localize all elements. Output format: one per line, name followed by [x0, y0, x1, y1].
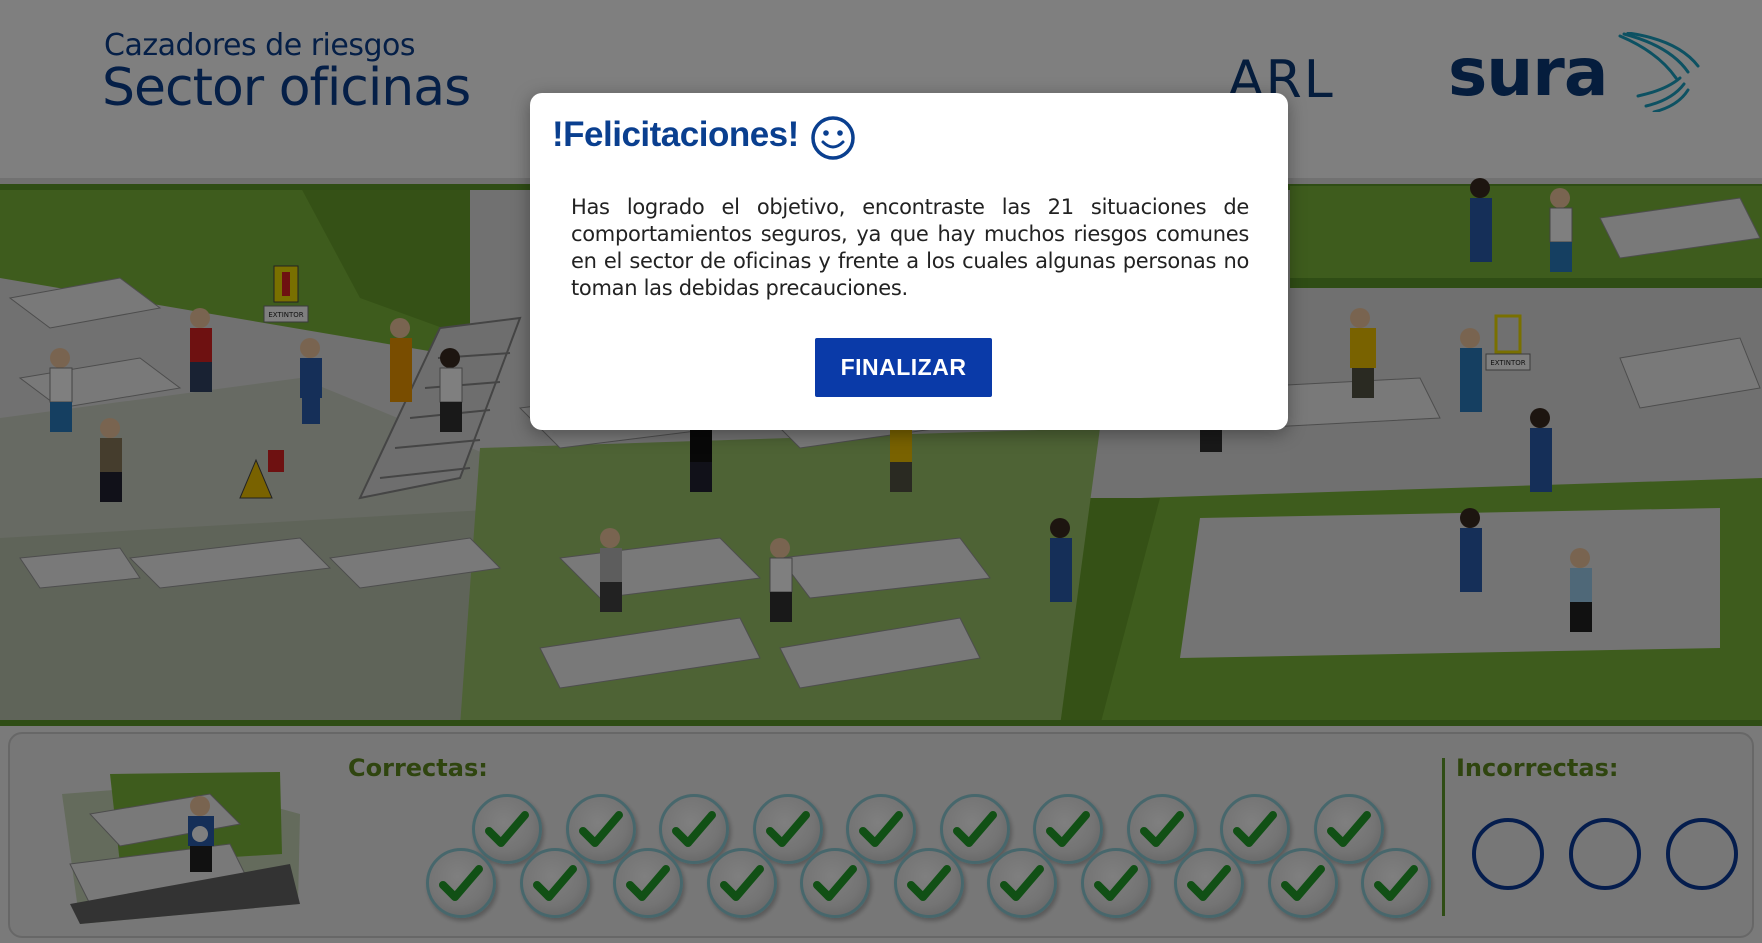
finalizar-button[interactable]: FINALIZAR	[815, 338, 992, 397]
game-stage: Cazadores de riesgos Sector oficinas ARL…	[0, 0, 1762, 943]
smiley-icon	[811, 116, 855, 160]
congratulations-dialog: !Felicitaciones! Has logrado el objetivo…	[530, 93, 1288, 430]
dialog-message: Has logrado el objetivo, encontraste las…	[571, 195, 1249, 300]
dialog-title: !Felicitaciones!	[552, 115, 799, 154]
